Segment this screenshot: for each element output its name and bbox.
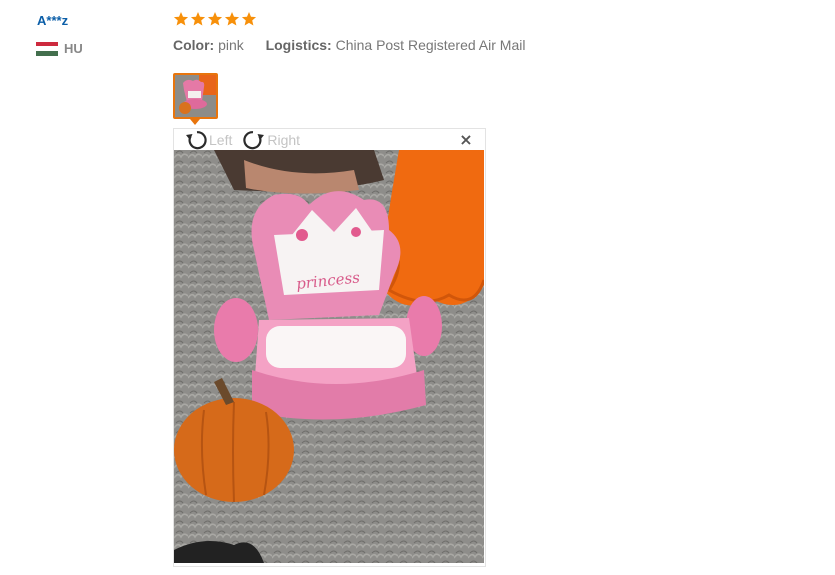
thumbnail-pointer	[190, 119, 200, 125]
star-icon	[224, 12, 240, 26]
star-icon	[241, 12, 257, 26]
close-viewer-button[interactable]: ×	[459, 132, 473, 148]
photo-viewer: Left Right × princess	[173, 128, 486, 567]
viewer-toolbar: Left Right	[184, 129, 300, 151]
hungary-flag-icon	[36, 41, 58, 56]
star-rating	[173, 11, 257, 27]
rotate-right-button[interactable]: Right	[242, 129, 300, 151]
star-icon	[207, 12, 223, 26]
review-photo-image: princess	[174, 150, 484, 563]
rotate-left-icon	[186, 131, 207, 150]
rotate-left-button[interactable]: Left	[184, 129, 232, 151]
reviewer-name[interactable]: A***z	[37, 13, 68, 28]
thumbnail-image	[175, 75, 216, 117]
rotate-right-label: Right	[267, 132, 301, 148]
reviewer-country: HU	[36, 41, 83, 56]
logistics-label: Logistics:	[265, 37, 332, 53]
rotate-left-label: Left	[209, 132, 233, 148]
country-code: HU	[64, 41, 83, 56]
logistics-value: China Post Registered Air Mail	[335, 37, 526, 53]
star-icon	[173, 12, 189, 26]
color-label: Color:	[173, 37, 215, 53]
review-meta: Color: pink Logistics: China Post Regist…	[173, 37, 525, 53]
review-photo: princess	[174, 150, 484, 563]
color-value: pink	[218, 37, 244, 53]
rotate-right-icon	[243, 131, 265, 150]
review-photo-thumbnail[interactable]	[173, 73, 218, 119]
star-icon	[190, 12, 206, 26]
